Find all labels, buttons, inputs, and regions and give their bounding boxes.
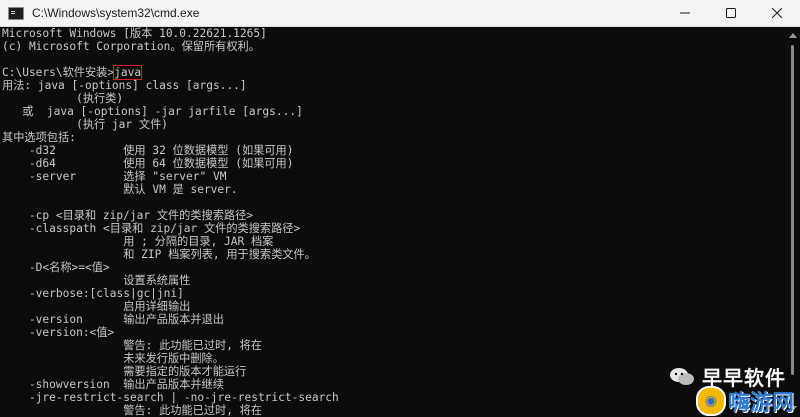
console-line: Microsoft Windows [版本 10.0.22621.1265] [2,27,267,40]
scroll-up-arrow-icon[interactable] [789,33,797,38]
console-line: 和 ZIP 档案列表, 用于搜索类文件。 [2,248,316,261]
cmd-app-icon [8,6,24,20]
console-line: -version 输出产品版本并退出 [2,313,224,326]
site-watermark: ◉ 嗨游网 [695,385,794,417]
console-line: (执行类) [2,92,124,105]
console-line: -server 选择 "server" VM [2,170,227,183]
close-button[interactable] [754,0,800,26]
maximize-button[interactable] [708,0,754,26]
console-line: 警告: 此功能已过时, 将在 [2,404,263,417]
console-line: -D<名称>=<值> [2,261,110,274]
command-line: C:\Users\软件安装>java [0,65,786,80]
window-title: C:\Windows\system32\cmd.exe [32,6,200,20]
maximize-icon [726,8,736,18]
site-logo-icon: ◉ [695,386,726,416]
console-line: 默认 VM 是 server. [2,183,238,196]
minimize-button[interactable] [662,0,708,26]
highlighted-command: java [113,65,143,80]
console-line: 设置系统属性 [2,274,191,287]
console-line: 或 java [-options] -jar jarfile [args...] [2,105,303,118]
scrollbar-thumb[interactable] [791,45,794,375]
site-watermark-text: 嗨游网 [727,391,794,416]
console-line: 其中选项包括: [2,131,76,144]
console-line: -cp <目录和 zip/jar 文件的类搜索路径> [2,209,254,222]
console-line: -classpath <目录和 zip/jar 文件的类搜索路径> [2,222,301,235]
console-line: (c) Microsoft Corporation。保留所有权利。 [2,40,260,53]
console-line: 警告: 此功能已过时, 将在 [2,339,263,352]
console-line: -d32 使用 32 位数据模型 (如果可用) [2,144,294,157]
console-line: -verbose:[class|gc|jni] [2,287,184,300]
console-line: 用法: java [-options] class [args...] [2,79,247,92]
console-line: -version:<值> [2,326,115,339]
wechat-icon [670,367,694,385]
prompt: C:\Users\软件安装> [2,66,115,79]
console-line: (执行 jar 文件) [2,118,168,131]
minimize-icon [680,12,690,14]
console-line: -d64 使用 64 位数据模型 (如果可用) [2,157,294,170]
title-bar[interactable]: C:\Windows\system32\cmd.exe [0,0,800,27]
window-controls [662,0,800,26]
console-line: 启用详细输出 [2,300,191,313]
vertical-scrollbar[interactable] [786,27,800,417]
console-line: -jre-restrict-search | -no-jre-restrict-… [2,391,339,404]
console-line: 用 ; 分隔的目录, JAR 档案 [2,235,274,248]
console-output[interactable]: Microsoft Windows [版本 10.0.22621.1265] (… [0,27,786,417]
close-icon [772,8,782,18]
